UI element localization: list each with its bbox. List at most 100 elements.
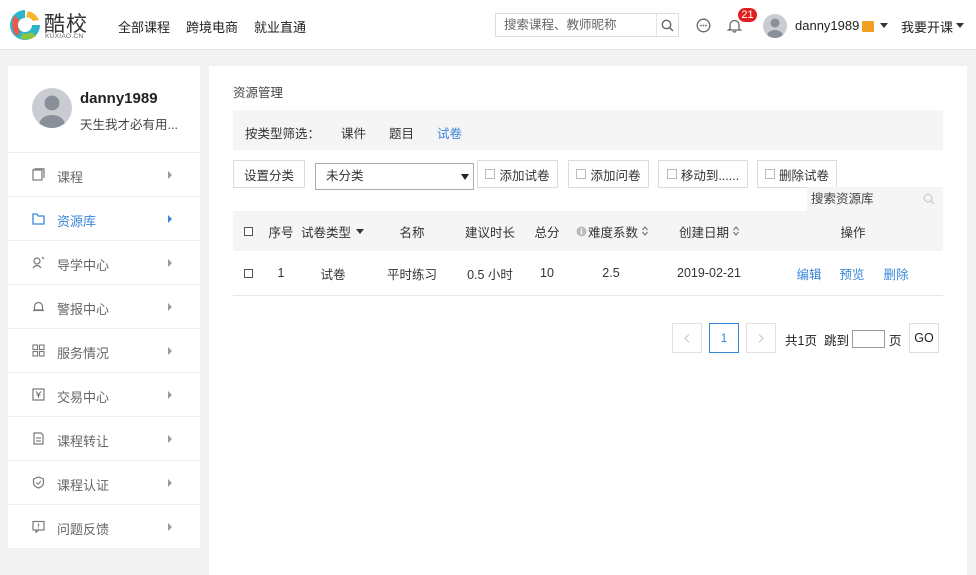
logo-subtext: KUXIAO.CN <box>45 33 84 40</box>
filter-papers[interactable]: 试卷 <box>437 123 462 142</box>
go-button[interactable]: GO <box>909 323 939 353</box>
sidebar-item-label: 问题反馈 <box>57 522 110 537</box>
chevron-right-icon <box>168 259 172 267</box>
course-icon <box>32 168 45 181</box>
chevron-right-icon <box>168 303 172 311</box>
user-icon <box>39 95 65 128</box>
header-type[interactable]: 试卷类型 <box>301 211 369 251</box>
sidebar-item-service[interactable]: 服务情况 <box>8 329 200 373</box>
user-icon <box>767 18 783 38</box>
delete-link[interactable]: 删除 <box>876 251 916 295</box>
transfer-icon <box>33 432 44 445</box>
profile-name: danny1989 <box>80 90 158 107</box>
filter-courseware[interactable]: 课件 <box>341 123 366 142</box>
pagination: 1 共1页 跳到 页 GO <box>209 323 967 353</box>
chevron-right-icon <box>168 435 172 443</box>
avatar[interactable] <box>763 14 787 38</box>
notification-badge: 21 <box>738 8 757 22</box>
move-to-button[interactable]: 移动到...... <box>658 160 748 188</box>
breadcrumb: 资源管理 <box>233 86 284 100</box>
table-row: 1 试卷 平时练习 0.5 小时 10 2.5 2019-02-21 编辑 预览… <box>233 251 943 296</box>
start-teaching-link[interactable]: 我要开课 <box>901 17 953 36</box>
type-filter-bar: 按类型筛选： 课件 题目 试卷 <box>233 110 943 150</box>
shield-icon <box>32 476 45 489</box>
sidebar-item-course[interactable]: 课程 <box>8 153 200 197</box>
delete-paper-button[interactable]: 删除试卷 <box>757 160 837 188</box>
filter-questions[interactable]: 题目 <box>389 123 414 142</box>
cell-name: 平时练习 <box>386 267 437 282</box>
main-panel: 资源管理 按类型筛选： 课件 题目 试卷 设置分类 未分类 添加试卷 添加问卷 … <box>209 66 967 575</box>
cell-index: 1 <box>277 266 285 280</box>
search-icon <box>661 19 674 32</box>
sidebar-item-trade[interactable]: 交易中心 <box>8 373 200 417</box>
header-username[interactable]: danny1989 <box>795 18 859 33</box>
page-number-button[interactable]: 1 <box>709 323 739 353</box>
category-select[interactable]: 未分类 <box>315 163 474 190</box>
move-icon <box>666 169 677 179</box>
site-logo[interactable]: 酷校 KUXIAO.CN <box>8 6 88 44</box>
folder-icon <box>32 213 45 225</box>
page-jump-input[interactable] <box>852 330 885 348</box>
add-questionnaire-button[interactable]: 添加问卷 <box>568 160 649 188</box>
top-header: 酷校 KUXIAO.CN 全部课程 跨境电商 就业直通 21 danny1989… <box>0 0 976 50</box>
resource-table: 序号 试卷类型 名称 建议时长 总分 难度系数 创建日期 操作 1 试卷 平时练… <box>233 211 943 296</box>
chevron-down-icon[interactable] <box>880 23 888 28</box>
nav-cross-border[interactable]: 跨境电商 <box>186 17 238 36</box>
preview-link[interactable]: 预览 <box>832 251 872 295</box>
chevron-right-icon <box>168 215 172 223</box>
total-pages: 共1页 <box>785 334 817 348</box>
search-button[interactable] <box>656 14 678 36</box>
chat-icon[interactable] <box>696 18 711 33</box>
nav-employment[interactable]: 就业直通 <box>254 17 306 36</box>
chevron-down-icon[interactable] <box>956 23 964 28</box>
header-search <box>495 13 679 37</box>
nav-all-courses[interactable]: 全部课程 <box>118 17 170 36</box>
sidebar-item-guide[interactable]: 导学中心 <box>8 241 200 285</box>
sidebar-item-label: 交易中心 <box>57 390 110 405</box>
chevron-right-icon <box>758 333 764 343</box>
button-label: 设置分类 <box>243 168 294 183</box>
header-type-label: 试卷类型 <box>301 225 352 240</box>
vip-icon <box>862 21 874 32</box>
caret-down-icon <box>356 228 365 234</box>
library-search-input[interactable] <box>807 187 917 211</box>
header-duration: 建议时长 <box>464 225 515 240</box>
edit-link[interactable]: 编辑 <box>789 251 829 295</box>
button-label: 删除试卷 <box>778 168 829 183</box>
select-all-cell <box>241 211 256 251</box>
feedback-icon <box>32 520 45 533</box>
sidebar-item-label: 服务情况 <box>57 346 110 361</box>
chevron-right-icon <box>168 391 172 399</box>
profile-signature: 天生我才必有用... <box>80 118 178 132</box>
search-icon[interactable] <box>923 193 935 205</box>
profile-card: danny1989 天生我才必有用... <box>8 66 200 153</box>
sort-icon <box>642 226 648 236</box>
chevron-left-icon <box>684 333 690 343</box>
header-difficulty[interactable]: 难度系数 <box>573 211 651 251</box>
avatar[interactable] <box>32 88 72 128</box>
sidebar-item-certify[interactable]: 课程认证 <box>8 461 200 505</box>
sidebar-item-resources[interactable]: 资源库 <box>8 197 200 241</box>
chevron-right-icon <box>168 523 172 531</box>
grid-icon <box>32 344 45 357</box>
add-paper-button[interactable]: 添加试卷 <box>477 160 558 188</box>
header-created[interactable]: 创建日期 <box>667 211 751 251</box>
sidebar-item-alarm[interactable]: 警报中心 <box>8 285 200 329</box>
row-checkbox[interactable] <box>244 268 253 278</box>
sidebar-item-label: 导学中心 <box>57 258 110 273</box>
add-icon <box>576 169 587 179</box>
button-label: 添加问卷 <box>590 168 641 183</box>
cell-score: 10 <box>540 266 554 280</box>
filter-label: 按类型筛选： <box>245 127 321 141</box>
sidebar-item-feedback[interactable]: 问题反馈 <box>8 505 200 549</box>
select-all-checkbox[interactable] <box>244 226 253 236</box>
next-page-button[interactable] <box>746 323 776 353</box>
sidebar-item-transfer[interactable]: 课程转让 <box>8 417 200 461</box>
jump-label: 跳到 <box>824 334 850 348</box>
prev-page-button[interactable] <box>672 323 702 353</box>
sidebar-item-label: 课程转让 <box>57 434 110 449</box>
sidebar-item-label: 课程 <box>57 170 84 185</box>
search-input[interactable] <box>496 14 656 36</box>
alarm-icon <box>33 301 44 312</box>
set-category-button[interactable]: 设置分类 <box>233 160 305 188</box>
